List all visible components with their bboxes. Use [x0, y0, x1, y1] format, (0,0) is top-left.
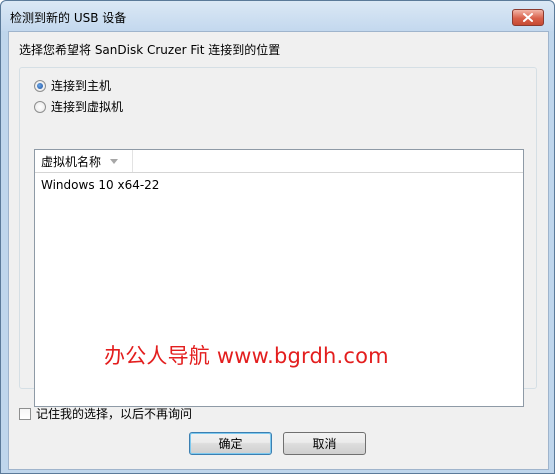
radio-button-selected[interactable]: [34, 79, 46, 92]
radio-connect-vm-label: 连接到虚拟机: [51, 100, 124, 114]
remember-choice-option[interactable]: 记住我的选择，以后不再询问: [19, 405, 192, 422]
column-header-label: 虚拟机名称: [41, 154, 102, 169]
radio-button-unselected[interactable]: [34, 100, 46, 113]
remember-choice-label: 记住我的选择，以后不再询问: [36, 407, 193, 421]
close-icon: [523, 13, 533, 22]
connection-prompt: 选择您希望将 SanDisk Cruzer Fit 连接到的位置: [19, 43, 281, 57]
dialog-title: 检测到新的 USB 设备: [10, 11, 127, 25]
radio-connect-host-label: 连接到主机: [51, 79, 112, 93]
vm-list-header: 虚拟机名称: [35, 150, 523, 173]
radio-connect-host[interactable]: 连接到主机: [34, 77, 111, 94]
remember-choice-checkbox[interactable]: [19, 407, 31, 420]
watermark-text: 办公人导航 www.bgrdh.com: [104, 344, 389, 368]
ok-button[interactable]: 确定: [189, 432, 272, 455]
list-item[interactable]: Windows 10 x64-22: [41, 178, 159, 192]
radio-connect-vm[interactable]: 连接到虚拟机: [34, 98, 123, 115]
cancel-button[interactable]: 取消: [283, 432, 366, 455]
column-header-vm-name[interactable]: 虚拟机名称: [35, 150, 133, 172]
close-button[interactable]: [512, 9, 544, 26]
title-bar: 检测到新的 USB 设备: [1, 1, 554, 31]
sort-arrow-icon: [110, 158, 119, 164]
dialog-body: 选择您希望将 SanDisk Cruzer Fit 连接到的位置 连接到主机 连…: [8, 31, 549, 470]
usb-device-dialog: 检测到新的 USB 设备 选择您希望将 SanDisk Cruzer Fit 连…: [0, 0, 555, 474]
